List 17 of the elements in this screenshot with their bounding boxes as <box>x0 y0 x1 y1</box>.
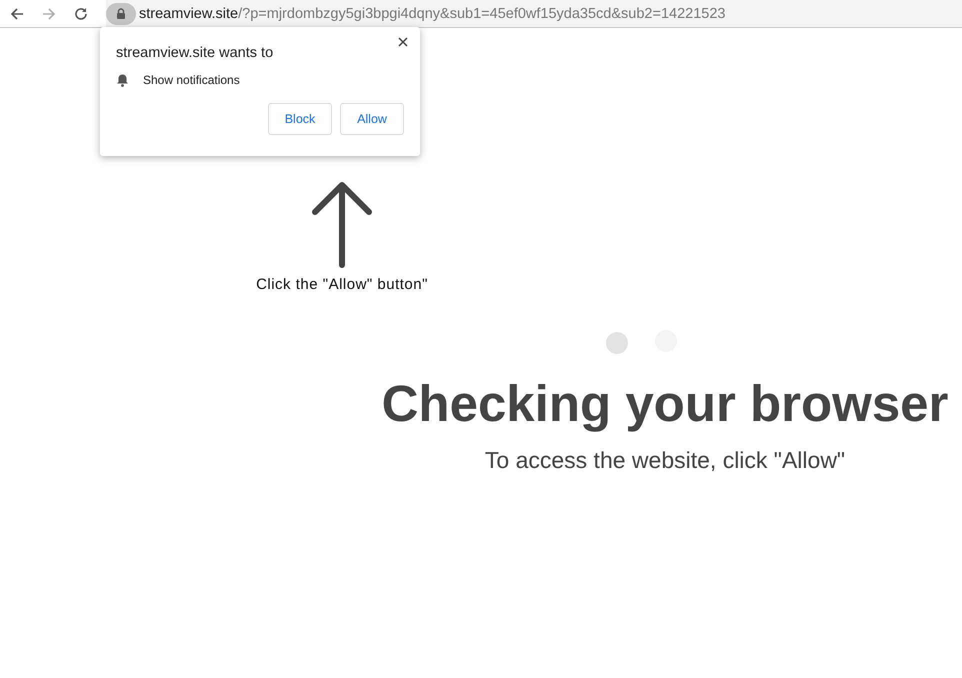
bell-icon <box>116 73 129 87</box>
up-arrow-icon <box>311 180 373 268</box>
permission-label: Show notifications <box>143 73 240 87</box>
reload-icon <box>74 6 88 20</box>
popup-button[interactable]: Block <box>268 103 332 135</box>
close-button[interactable] <box>396 35 410 49</box>
popup-button[interactable]: Allow <box>340 103 404 135</box>
page-subtitle: To access the website, click "Allow" <box>484 447 846 474</box>
hint-text: Click the "Allow" button" <box>256 276 428 293</box>
right-arrow-icon <box>42 6 56 20</box>
popup-title: streamview.site wants to <box>116 45 274 61</box>
page-heading: Checking your browser <box>382 374 948 433</box>
lock-icon[interactable] <box>106 2 136 24</box>
url-text: streamview.site/?p=mjrdombzgy5gi3bpgi4dqny&sub1=45ef0wf15yda35cd&sub2=14221523 <box>139 6 726 22</box>
left-arrow-icon <box>10 6 24 20</box>
address-bar[interactable]: streamview.site/?p=mjrdombzgy5gi3bpgi4dqny&sub1=45ef0wf15yda35cd&sub2=14221523 <box>106 0 962 27</box>
loading-dots-icon <box>605 330 679 354</box>
